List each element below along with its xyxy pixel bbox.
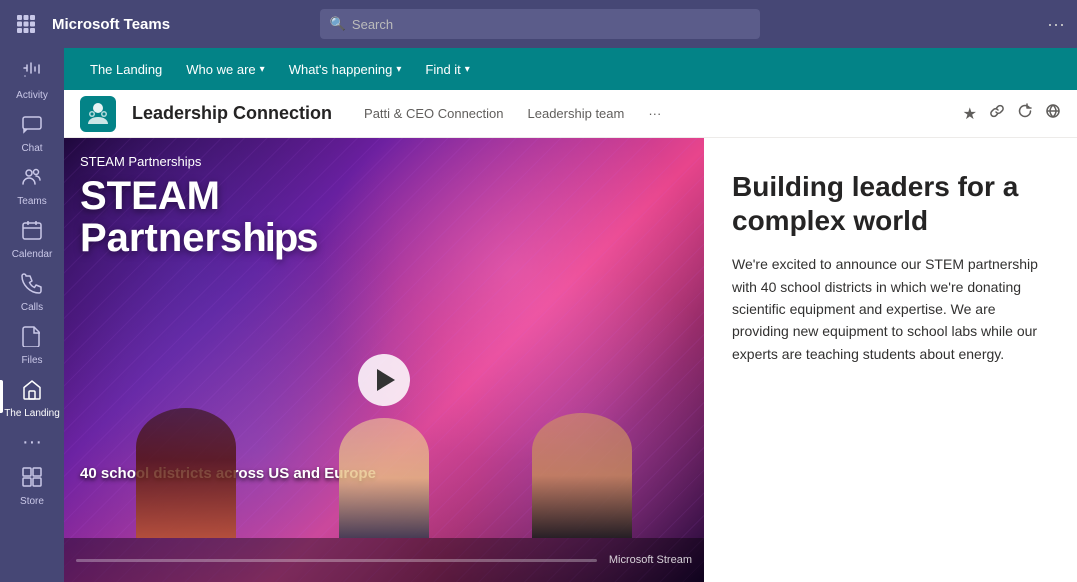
- channel-tab-patti[interactable]: Patti & CEO Connection: [356, 100, 511, 127]
- video-overlay-text: STEAM Partnerships STEAMPartnerships: [80, 154, 688, 259]
- article-body: We're excited to announce our STEM partn…: [732, 253, 1049, 365]
- nav-item-whats-happening[interactable]: What's happening ▾: [279, 56, 412, 83]
- article-heading: Building leaders for a complex world: [732, 170, 1049, 237]
- sidebar-label-the-landing: The Landing: [4, 408, 60, 419]
- sidebar-label-chat: Chat: [21, 143, 42, 154]
- app-title: Microsoft Teams: [52, 16, 170, 33]
- child-figure-3: [532, 413, 632, 538]
- sidebar-label-files: Files: [21, 355, 42, 366]
- sidebar: Activity Chat Teams: [0, 48, 64, 582]
- nav-item-the-landing[interactable]: The Landing: [80, 56, 172, 83]
- sidebar-more-button[interactable]: ···: [22, 431, 42, 454]
- sidebar-label-teams: Teams: [17, 196, 46, 207]
- channel-tab-leadership-team[interactable]: Leadership team: [520, 100, 633, 127]
- sidebar-item-activity[interactable]: Activity: [0, 52, 64, 105]
- teams-icon: [21, 166, 43, 194]
- channel-actions: ★: [963, 103, 1061, 124]
- channel-name: Leadership Connection: [132, 103, 332, 124]
- content-area: The Landing Who we are ▾ What's happenin…: [64, 48, 1077, 582]
- video-subtitle: STEAM Partnerships: [80, 154, 688, 169]
- page-body: STEAM Partnerships STEAMPartnerships 40 …: [64, 138, 1077, 582]
- main-layout: Activity Chat Teams: [0, 48, 1077, 582]
- navbar: The Landing Who we are ▾ What's happenin…: [64, 48, 1077, 90]
- sidebar-label-calls: Calls: [21, 302, 43, 313]
- nav-item-find-it[interactable]: Find it ▾: [415, 56, 479, 83]
- sidebar-item-the-landing[interactable]: The Landing: [0, 370, 64, 423]
- sidebar-label-calendar: Calendar: [12, 249, 53, 260]
- chat-icon: [21, 113, 43, 141]
- video-thumbnail: STEAM Partnerships STEAMPartnerships 40 …: [64, 138, 704, 582]
- calls-icon: [21, 272, 43, 300]
- nav-item-who-we-are[interactable]: Who we are ▾: [176, 56, 274, 83]
- video-source-label: Microsoft Stream: [609, 554, 692, 566]
- sidebar-item-teams[interactable]: Teams: [0, 158, 64, 211]
- sidebar-item-files[interactable]: Files: [0, 317, 64, 370]
- favorite-icon[interactable]: ★: [963, 104, 977, 124]
- sidebar-label-activity: Activity: [16, 90, 48, 101]
- sidebar-item-calendar[interactable]: Calendar: [0, 211, 64, 264]
- nav-label-who-we-are: Who we are: [186, 62, 255, 77]
- more-tabs-icon: ···: [648, 106, 661, 121]
- sidebar-label-store: Store: [20, 496, 44, 507]
- channel-tabs: Patti & CEO Connection Leadership team ·…: [356, 100, 669, 127]
- article-section: Building leaders for a complex world We'…: [704, 138, 1077, 582]
- more-apps-icon[interactable]: ···: [22, 431, 42, 453]
- child-figure-1: [136, 408, 236, 538]
- search-bar[interactable]: 🔍: [320, 9, 760, 39]
- video-section: STEAM Partnerships STEAMPartnerships 40 …: [64, 138, 704, 582]
- link-icon[interactable]: [989, 103, 1005, 124]
- grid-icon[interactable]: [12, 15, 40, 33]
- video-progress-bar[interactable]: [76, 559, 597, 562]
- sidebar-item-chat[interactable]: Chat: [0, 105, 64, 158]
- channel-tab-more[interactable]: ···: [640, 100, 669, 127]
- files-icon: [21, 325, 43, 353]
- search-input[interactable]: [352, 17, 750, 32]
- the-landing-icon: [21, 378, 43, 406]
- video-title: STEAMPartnerships: [80, 175, 688, 259]
- play-button[interactable]: [358, 354, 410, 406]
- topbar: Microsoft Teams 🔍 ···: [0, 0, 1077, 48]
- activity-icon: [21, 60, 43, 88]
- nav-label-whats-happening: What's happening: [289, 62, 393, 77]
- chevron-down-icon: ▾: [260, 64, 265, 75]
- channel-header: Leadership Connection Patti & CEO Connec…: [64, 90, 1077, 138]
- nav-label-find-it: Find it: [425, 62, 460, 77]
- calendar-icon: [21, 219, 43, 247]
- chevron-down-icon-3: ▾: [465, 64, 470, 75]
- nav-label-the-landing: The Landing: [90, 62, 162, 77]
- more-options-icon[interactable]: ···: [1047, 14, 1065, 35]
- search-icon: 🔍: [330, 16, 346, 32]
- video-bottom-bar: Microsoft Stream: [64, 538, 704, 582]
- store-icon: [21, 466, 43, 494]
- globe-icon[interactable]: [1045, 103, 1061, 124]
- children-layer: [64, 408, 704, 538]
- refresh-icon[interactable]: [1017, 103, 1033, 124]
- sidebar-item-store[interactable]: Store: [0, 458, 64, 511]
- channel-logo: [80, 96, 116, 132]
- child-figure-2: [339, 418, 429, 538]
- sidebar-item-calls[interactable]: Calls: [0, 264, 64, 317]
- chevron-down-icon-2: ▾: [396, 64, 401, 75]
